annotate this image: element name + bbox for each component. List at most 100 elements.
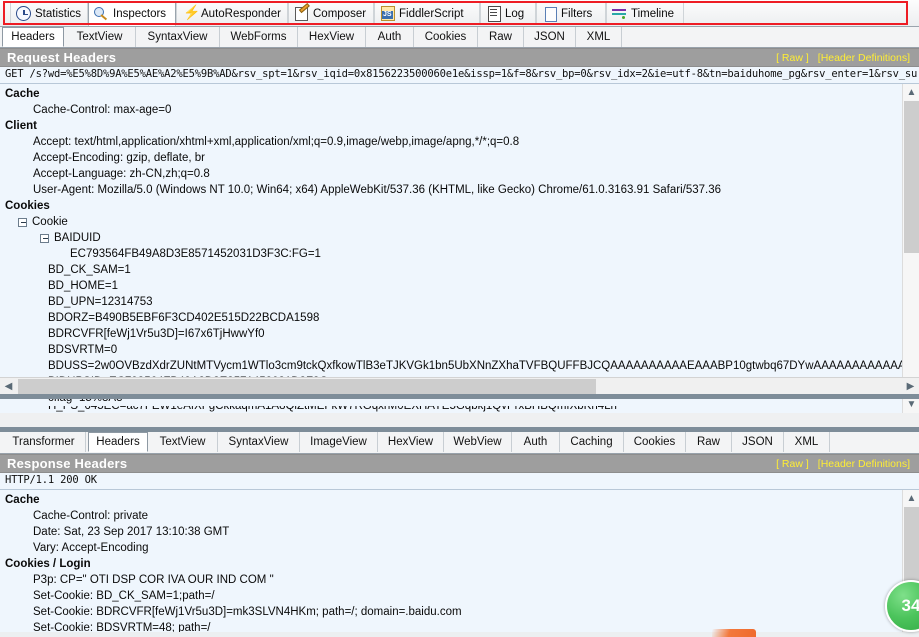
response-tab-textview[interactable]: TextView [148, 432, 218, 452]
response-headers-title-bar: Response Headers [ Raw ] [Header Definit… [0, 454, 919, 473]
main-tab-autoresponder[interactable]: AutoResponder [176, 2, 288, 25]
response-tab-json[interactable]: JSON [732, 432, 784, 452]
response-header-definitions-link[interactable]: [Header Definitions] [818, 458, 910, 470]
main-tab-strip: Statistics Inspectors AutoResponder Compose… [0, 0, 919, 27]
scroll-right-arrow-icon[interactable]: ▶ [902, 378, 919, 395]
header-item: User-Agent: Mozilla/5.0 (Windows NT 10.0… [0, 182, 919, 198]
tab-label: TextView [77, 31, 123, 43]
tab-label: Auth [378, 31, 402, 43]
cookie-line: BDRCVFR[feWj1Vr5u3D]=I67x6TjHwwYf0 [0, 326, 919, 342]
window-bottom-edge [0, 632, 919, 637]
request-hscroll-thumb[interactable] [18, 379, 596, 394]
cookie-node-label: Cookie [32, 214, 68, 230]
request-scroll-thumb[interactable] [904, 101, 919, 253]
request-tab-xml[interactable]: XML [576, 27, 622, 47]
tab-label: Raw [697, 436, 720, 448]
header-item: Date: Sat, 23 Sep 2017 13:10:38 GMT [0, 524, 919, 540]
collapse-expander-icon[interactable] [40, 234, 49, 243]
response-raw-link[interactable]: [ Raw ] [776, 458, 809, 470]
tab-label: HexView [388, 436, 433, 448]
main-tab-composer[interactable]: Composer [288, 2, 374, 25]
header-item: Set-Cookie: BDRCVFR[feWj1Vr5u3D]=mk3SLVN… [0, 604, 919, 620]
request-tab-syntaxview[interactable]: SyntaxView [136, 27, 220, 47]
tab-label: JSON [534, 31, 565, 43]
main-tab-log[interactable]: Log [480, 2, 536, 25]
timeline-icon [612, 6, 627, 21]
scroll-up-arrow-icon[interactable]: ▲ [903, 490, 919, 507]
response-tab-xml[interactable]: XML [784, 432, 830, 452]
request-tab-auth[interactable]: Auth [366, 27, 414, 47]
main-tab-label: Inspectors [113, 8, 166, 20]
main-tab-label: FiddlerScript [399, 8, 464, 20]
request-horizontal-scrollbar[interactable]: ◀ ▶ [0, 377, 919, 394]
clipped-cookie-line: H_PS_645EC=ac7FEW1eAfXFgCkkaqmA1A8QiZtME… [0, 406, 919, 413]
main-tab-label: Composer [313, 8, 366, 20]
request-header-definitions-link[interactable]: [Header Definitions] [818, 52, 910, 64]
main-tab-fiddlerscript[interactable]: FiddlerScript [374, 2, 480, 25]
request-tab-textview[interactable]: TextView [64, 27, 136, 47]
response-scroll-thumb[interactable] [904, 507, 919, 581]
main-tab-inspectors[interactable]: Inspectors [88, 1, 176, 26]
tab-label: Auth [524, 436, 548, 448]
baiduid-tree-node[interactable]: BAIDUID [0, 230, 919, 246]
response-panel: Response Headers [ Raw ] [Header Definit… [0, 454, 919, 632]
magnifier-icon [94, 6, 109, 21]
tab-label: XML [587, 31, 611, 43]
response-tab-caching[interactable]: Caching [560, 432, 624, 452]
request-tab-headers[interactable]: Headers [2, 27, 64, 47]
orange-watermark-mark [712, 629, 756, 637]
tab-label: WebView [453, 436, 501, 448]
tab-label: Transformer [12, 436, 74, 448]
header-item: Accept-Encoding: gzip, deflate, br [0, 150, 919, 166]
request-tab-hexview[interactable]: HexView [298, 27, 366, 47]
response-panel-title: Response Headers [7, 456, 127, 471]
header-group-name: Client [0, 118, 919, 134]
request-tab-cookies[interactable]: Cookies [414, 27, 478, 47]
response-tab-imageview[interactable]: ImageView [300, 432, 378, 452]
cookie-line: BD_UPN=12314753 [0, 294, 919, 310]
main-tab-timeline[interactable]: Timeline [606, 2, 684, 25]
cookie-line: BD_CK_SAM=1 [0, 262, 919, 278]
clipped-cookie-line-text: H_PS_645EC=ac7FEW1eAfXFgCkkaqmA1A8QiZtME… [0, 406, 617, 413]
header-item: Cache-Control: private [0, 508, 919, 524]
collapse-expander-icon[interactable] [18, 218, 27, 227]
tab-label: Cookies [425, 31, 467, 43]
header-group-name: Cookies / Login [0, 556, 919, 572]
pencil-pad-icon [294, 6, 309, 21]
request-vertical-scrollbar[interactable]: ▲ ▼ [902, 84, 919, 413]
response-tab-headers[interactable]: Headers [88, 432, 148, 452]
header-item: Set-Cookie: BD_CK_SAM=1;path=/ [0, 588, 919, 604]
log-icon [486, 6, 501, 21]
request-headers-tree[interactable]: CacheCache-Control: max-age=0ClientAccep… [0, 84, 919, 413]
request-tab-raw[interactable]: Raw [478, 27, 524, 47]
filter-icon [542, 6, 557, 21]
response-tab-syntaxview[interactable]: SyntaxView [218, 432, 300, 452]
header-group-name: Cookies [0, 198, 919, 214]
response-tab-raw[interactable]: Raw [686, 432, 732, 452]
response-tab-auth[interactable]: Auth [512, 432, 560, 452]
response-tab-cookies[interactable]: Cookies [624, 432, 686, 452]
scroll-left-arrow-icon[interactable]: ◀ [0, 378, 17, 395]
tab-label: JSON [742, 436, 773, 448]
main-tab-filters[interactable]: Filters [536, 2, 606, 25]
request-tab-webforms[interactable]: WebForms [220, 27, 298, 47]
main-tab-label: AutoResponder [201, 8, 281, 20]
request-tab-json[interactable]: JSON [524, 27, 576, 47]
js-script-icon [380, 6, 395, 21]
response-inspector-tab-strip: Transformer HeadersTextViewSyntaxViewImag… [0, 432, 919, 454]
cookie-line: BDUSS=2w0OVBzdXdrZUNtMTVycm1WTlo3cm9tckQ… [0, 358, 919, 374]
response-tab-webview[interactable]: WebView [444, 432, 512, 452]
main-tab-statistics[interactable]: Statistics [10, 2, 88, 25]
header-group-name: Cache [0, 492, 919, 508]
response-tab-transformer[interactable]: Transformer [2, 432, 86, 452]
main-tab-label: Timeline [631, 8, 674, 20]
tab-label: Headers [11, 31, 54, 43]
scroll-up-arrow-icon[interactable]: ▲ [903, 84, 919, 101]
request-raw-link[interactable]: [ Raw ] [776, 52, 809, 64]
header-item: Accept: text/html,application/xhtml+xml,… [0, 134, 919, 150]
response-headers-tree[interactable]: CacheCache-Control: privateDate: Sat, 23… [0, 490, 919, 632]
cookie-tree-node[interactable]: Cookie [0, 214, 919, 230]
panel-splitter[interactable] [0, 394, 919, 399]
header-item: Set-Cookie: BDSVRTM=48; path=/ [0, 620, 919, 632]
response-tab-hexview[interactable]: HexView [378, 432, 444, 452]
